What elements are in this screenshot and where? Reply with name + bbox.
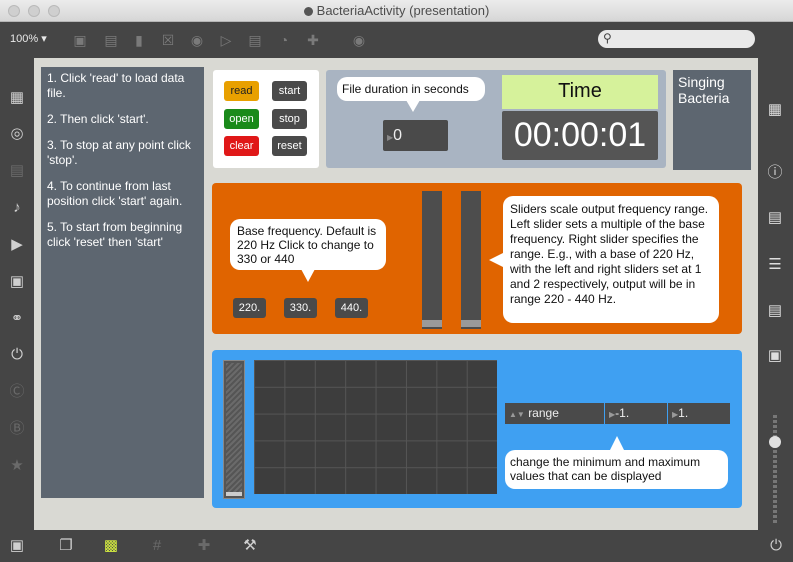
- toggle-icon[interactable]: ☒: [159, 31, 177, 49]
- target-icon[interactable]: ◎: [7, 124, 27, 144]
- multiplier-slider-knob[interactable]: [422, 320, 442, 327]
- list-icon[interactable]: ☰: [765, 255, 785, 275]
- book-icon[interactable]: ▤: [765, 208, 785, 228]
- power-icon[interactable]: ⏻: [766, 536, 786, 556]
- start-button[interactable]: start: [272, 81, 307, 101]
- reference-icon[interactable]: ▤: [765, 301, 785, 321]
- media-icon[interactable]: ▶: [7, 235, 27, 255]
- document-icon: [303, 7, 313, 16]
- button-icon[interactable]: ◉: [188, 31, 206, 49]
- music-note-icon[interactable]: ♪: [7, 198, 27, 218]
- paperclip-icon[interactable]: ⚭: [7, 309, 27, 329]
- vizzie-icon[interactable]: Ⓒ: [7, 382, 27, 402]
- range-menu[interactable]: ▲▼ range: [505, 403, 604, 424]
- volume-knob[interactable]: [769, 436, 781, 448]
- app-title-label: Singing Bacteria: [673, 70, 751, 170]
- keyboard-icon[interactable]: ▤: [7, 161, 27, 181]
- updown-icon: ▲▼: [509, 410, 525, 419]
- zoom-menu[interactable]: 100% ▾: [10, 32, 47, 45]
- slider-explanation-comment: Sliders scale output frequency range. Le…: [503, 196, 719, 323]
- comment-icon[interactable]: ▮: [130, 31, 148, 49]
- range-label: range: [528, 406, 559, 420]
- volume-track: [773, 415, 777, 523]
- beap-icon[interactable]: Ⓑ: [7, 419, 27, 439]
- chevron-down-icon: ▾: [41, 33, 47, 45]
- range-max-value: 1.: [678, 406, 689, 420]
- data-plot-grid: [254, 360, 497, 494]
- level-meter: [223, 360, 245, 499]
- frequency-panel: Base frequency. Default is 220 Hz Click …: [212, 183, 742, 334]
- multiplier-slider[interactable]: [422, 191, 442, 329]
- image-icon[interactable]: ▣: [7, 272, 27, 292]
- reset-button[interactable]: reset: [272, 136, 307, 156]
- comment-pointer: [301, 269, 315, 282]
- presentation-icon[interactable]: ▩: [101, 536, 121, 556]
- info-icon[interactable]: ⓘ: [765, 163, 785, 183]
- instruction-step-2: 2. Then click 'start'.: [47, 112, 149, 126]
- search-icon: ⚲: [603, 31, 612, 45]
- comment-pointer: [489, 253, 503, 267]
- comment-pointer: [610, 436, 624, 450]
- slider-icon[interactable]: ▤: [246, 31, 264, 49]
- file-duration-number[interactable]: ▶0: [383, 120, 448, 151]
- volume-slider[interactable]: [768, 415, 782, 523]
- cube-icon[interactable]: ▦: [7, 88, 27, 108]
- instruction-step-1: 1. Click 'read' to load data file.: [47, 71, 185, 100]
- star-icon[interactable]: ★: [7, 456, 27, 476]
- range-min-value: -1.: [615, 406, 630, 420]
- number-icon[interactable]: ▷: [217, 31, 235, 49]
- freq-330-button[interactable]: 330.: [284, 298, 317, 318]
- range-max-number[interactable]: ▶1.: [668, 403, 730, 424]
- grid-icon[interactable]: #: [147, 536, 167, 556]
- new-object-icon[interactable]: ▣: [71, 31, 89, 49]
- open-button[interactable]: open: [224, 109, 259, 129]
- transport-panel: read start open stop clear reset: [213, 70, 319, 168]
- freq-440-button[interactable]: 440.: [335, 298, 368, 318]
- clear-button[interactable]: clear: [224, 136, 259, 156]
- range-min-number[interactable]: ▶-1.: [605, 403, 667, 424]
- paint-bucket-icon[interactable]: ◉: [350, 31, 368, 49]
- time-display: 00:00:01: [502, 111, 658, 160]
- instruction-step-4: 4. To continue from last position click …: [47, 179, 183, 208]
- range-slider-knob[interactable]: [461, 320, 481, 327]
- time-header: Time: [502, 75, 658, 109]
- search-field[interactable]: ⚲: [598, 30, 755, 48]
- stop-button[interactable]: stop: [272, 109, 307, 129]
- patch-cord-icon[interactable]: ✚: [194, 536, 214, 556]
- level-meter-fill: [226, 363, 242, 496]
- level-meter-indicator: [226, 492, 242, 496]
- window-title: BacteriaActivity (presentation): [0, 0, 793, 22]
- plug-icon[interactable]: ⏻: [7, 345, 27, 365]
- range-comment: change the minimum and maximum values th…: [505, 450, 728, 489]
- instructions-panel: 1. Click 'read' to load data file. 2. Th…: [41, 67, 204, 498]
- camera-icon[interactable]: ▣: [765, 346, 785, 366]
- wrench-icon[interactable]: ⚒: [240, 536, 260, 556]
- plus-icon[interactable]: ✚: [304, 31, 322, 49]
- zoom-value: 100%: [10, 33, 39, 45]
- base-frequency-comment: Base frequency. Default is 220 Hz Click …: [230, 219, 386, 270]
- file-duration-value: 0: [393, 127, 403, 144]
- instruction-step-5: 5. To start from beginning click 'reset'…: [47, 220, 183, 249]
- comment-pointer: [406, 100, 420, 112]
- message-icon[interactable]: ▤: [102, 31, 120, 49]
- file-duration-comment: File duration in seconds: [337, 77, 485, 101]
- lock-icon[interactable]: ▣: [7, 536, 27, 556]
- windows-icon[interactable]: ❐: [56, 536, 76, 556]
- window-title-text: BacteriaActivity (presentation): [316, 3, 490, 18]
- freq-220-button[interactable]: 220.: [233, 298, 266, 318]
- range-slider[interactable]: [461, 191, 481, 329]
- read-button[interactable]: read: [224, 81, 259, 101]
- grid-view-icon[interactable]: ▦: [765, 100, 785, 120]
- instruction-step-3: 3. To stop at any point click 'stop'.: [47, 138, 191, 167]
- dial-icon[interactable]: ◔: [275, 31, 293, 49]
